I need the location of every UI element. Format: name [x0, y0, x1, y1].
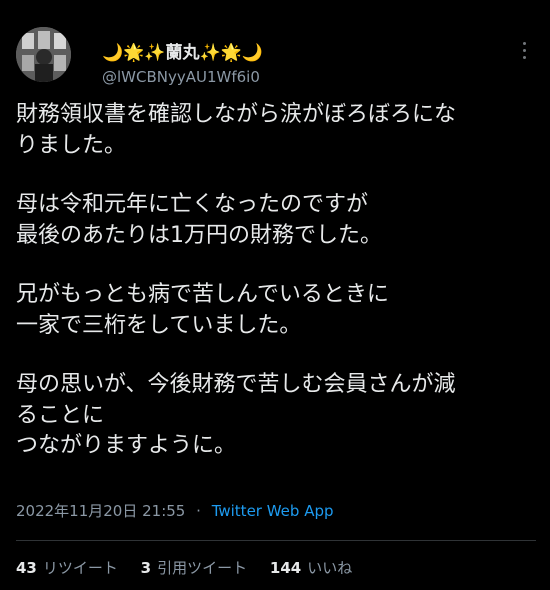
tweet-meta: 2022年11月20日 21:55 · Twitter Web App — [16, 500, 334, 521]
source-app-link[interactable]: Twitter Web App — [212, 502, 334, 520]
display-name[interactable]: 🌙🌟✨蘭丸✨🌟🌙 — [102, 38, 263, 63]
tweet-line: りました。 — [16, 132, 127, 158]
tweet-text: 財務領収書を確認しながら涙がぼろぼろにな りました。 母は令和元年に亡くなったの… — [16, 100, 536, 462]
tweet-line: 一家で三桁をしていました。 — [16, 312, 302, 338]
avatar[interactable] — [16, 27, 71, 82]
more-dots-icon[interactable] — [514, 42, 534, 64]
quotes-stat[interactable]: 3 引用ツイート — [141, 559, 247, 577]
tweet-line: 母の思いが、今後財務で苦しむ会員さんが減 — [16, 372, 456, 397]
tweet-line: 兄がもっとも病で苦しんでいるときに — [16, 282, 389, 307]
likes-count: 144 — [269, 559, 302, 577]
tweet-line: 最後のあたりは1万円の財務でした。 — [16, 222, 382, 248]
quotes-label: 引用ツイート — [157, 559, 248, 577]
meta-separator: · — [196, 502, 201, 520]
tweet-line: ることに — [16, 402, 105, 428]
tweet: 🌙🌟✨蘭丸✨🌟🌙 @lWCBNyyAU1Wf6i0 財務領収書を確認しながら涙が… — [0, 0, 550, 590]
retweets-stat[interactable]: 43 リツイート — [16, 559, 118, 577]
engagement-stats: 43 リツイート 3 引用ツイート 144 いいね — [16, 557, 370, 578]
tweet-line: つながりますように。 — [16, 433, 237, 458]
likes-stat[interactable]: 144 いいね — [270, 559, 352, 577]
retweets-count: 43 — [16, 559, 37, 577]
timestamp[interactable]: 2022年11月20日 21:55 — [16, 502, 185, 520]
retweets-label: リツイート — [42, 559, 118, 577]
tweet-line: 母は令和元年に亡くなったのですが — [16, 192, 369, 217]
user-handle[interactable]: @lWCBNyyAU1Wf6i0 — [102, 68, 260, 86]
tweet-line: 財務領収書を確認しながら涙がぼろぼろにな — [16, 102, 457, 127]
quotes-count: 3 — [140, 559, 152, 577]
likes-label: いいね — [307, 559, 353, 577]
divider — [16, 540, 536, 541]
